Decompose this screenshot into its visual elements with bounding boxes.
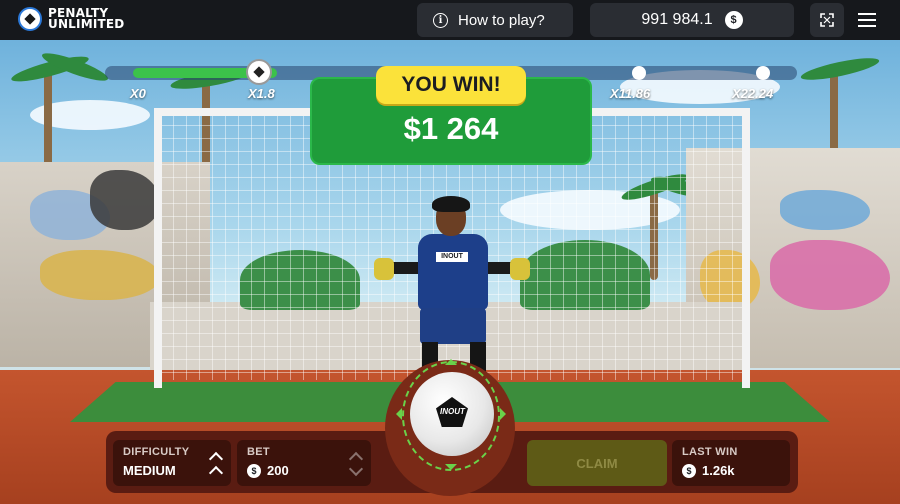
milestone-label: X11.86 [610,86,651,101]
difficulty-value: MEDIUM [123,463,176,478]
hamburger-menu-icon[interactable] [858,8,882,32]
yellow-car [40,250,160,300]
logo-line2: UNLIMITED [48,17,125,31]
soccer-ball-icon [18,7,42,31]
last-win-value: 1.26k [702,463,735,478]
dollar-coin-icon: $ [682,463,696,478]
you-win-label: YOU WIN! [376,66,526,104]
goal-post-right [742,108,750,388]
claim-button[interactable]: CLAIM [527,440,667,486]
aim-arrow-down-icon [445,464,457,476]
dollar-coin-icon: $ [724,11,743,29]
aim-arrow-right-icon [500,408,512,420]
goalkeeper-glove-left [374,258,394,280]
dollar-coin-icon: $ [247,463,261,478]
milestone-label: X22.24 [732,86,774,101]
difficulty-label: DIFFICULTY [123,446,190,458]
balance-value: 991 984.1 [641,11,713,28]
balance-display: 991 984.1 $ [590,3,794,37]
bet-input[interactable]: BET $ 200 [237,440,371,486]
aim-arrow-left-icon [390,408,402,420]
last-win-display: LAST WIN $ 1.26k [672,440,790,486]
progress-ball-icon [246,59,272,85]
how-to-play-button[interactable]: i How to play? [417,3,573,37]
bet-value: 200 [267,463,289,478]
win-amount: $1 264 [403,111,499,146]
info-icon: i [433,12,448,28]
top-bar: PENALTY UNLIMITED i How to play? 991 984… [0,0,900,40]
bet-label: BET [247,446,270,458]
ball-brand: INOUT [440,407,465,416]
how-to-play-label: How to play? [458,11,545,29]
difficulty-selector[interactable]: DIFFICULTY MEDIUM [113,440,231,486]
fullscreen-button[interactable] [810,3,844,37]
goalkeeper-glove-right [510,258,530,280]
milestone-label: X0 [130,86,146,101]
last-win-label: LAST WIN [682,446,738,458]
keeper-badge: INOUT [436,252,468,262]
milestone-dot [756,66,770,80]
milestone-label: X1.8 [248,86,275,101]
palm-tree [830,70,838,160]
aim-arrow-up-icon [445,353,457,365]
game-logo: PENALTY UNLIMITED [18,7,124,31]
kick-ball[interactable]: INOUT [410,372,494,456]
fullscreen-icon [820,13,834,27]
goal-post-left [154,108,162,388]
milestone-dot [632,66,646,80]
